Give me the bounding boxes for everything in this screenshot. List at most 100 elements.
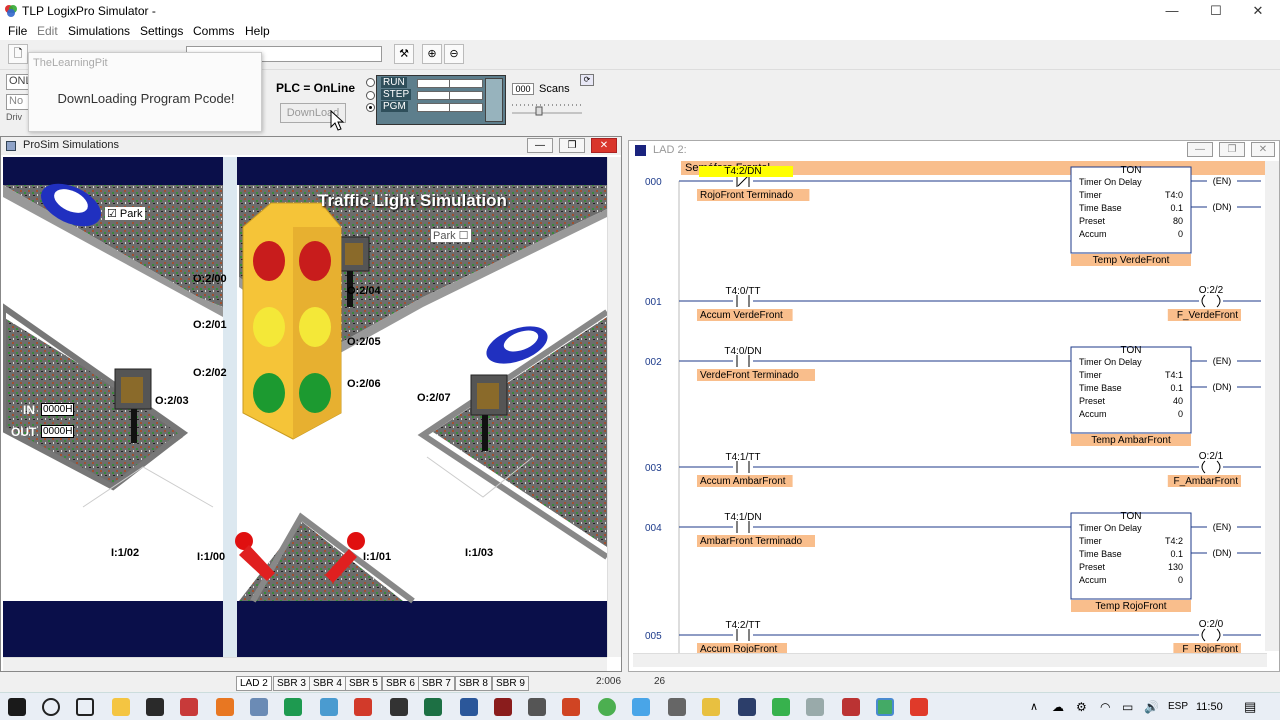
app-icon[interactable] <box>738 698 756 716</box>
powerpoint-icon[interactable] <box>562 698 580 716</box>
windows-start-icon[interactable] <box>8 698 26 716</box>
search-icon[interactable] <box>42 698 60 716</box>
minimize-button[interactable]: — <box>1150 0 1194 22</box>
tools-icon[interactable]: ⚒ <box>394 44 414 64</box>
tab-sbr-7[interactable]: SBR 7 <box>418 676 455 691</box>
excel-icon[interactable] <box>424 698 442 716</box>
sheet-tabs-bar: LAD 2 SBR 3 SBR 4 SBR 5 SBR 6 SBR 7 SBR … <box>0 674 1280 692</box>
zoom-in-icon[interactable]: ⊕ <box>422 44 442 64</box>
menu-simulations[interactable]: Simulations <box>68 24 130 38</box>
tab-sbr-8[interactable]: SBR 8 <box>455 676 492 691</box>
onedrive-icon[interactable] <box>632 698 650 716</box>
online-field: ONL <box>6 74 32 90</box>
ton-field-label: Accum <box>1079 575 1107 585</box>
title-bar: TLP LogixPro Simulator - — ☐ ✕ <box>0 0 1280 22</box>
app-icon[interactable] <box>702 698 720 716</box>
simulation-horizontal-scrollbar[interactable] <box>3 657 607 671</box>
ladder-icon <box>635 145 646 156</box>
tab-sbr-5[interactable]: SBR 5 <box>345 676 382 691</box>
ladder-horizontal-scrollbar[interactable] <box>633 653 1267 667</box>
menu-file[interactable]: File <box>8 24 27 38</box>
menu-comms[interactable]: Comms <box>193 24 234 38</box>
prosim-close-button[interactable]: ✕ <box>591 138 617 153</box>
park-checkbox[interactable]: ☑ Park <box>105 207 145 220</box>
run-radio[interactable] <box>366 78 375 87</box>
tab-lad-2[interactable]: LAD 2 <box>236 676 272 691</box>
step-radio[interactable] <box>366 91 375 100</box>
notifications-icon[interactable]: ▤ <box>1244 699 1256 715</box>
no-field: No <box>6 94 30 110</box>
file-explorer-icon[interactable] <box>112 698 130 716</box>
tab-sbr-9[interactable]: SBR 9 <box>492 676 529 691</box>
ladder-close-button[interactable]: ✕ <box>1251 142 1275 157</box>
simulation-vertical-scrollbar[interactable] <box>607 157 621 657</box>
scan-speed-slider[interactable] <box>512 102 582 116</box>
logixpro-taskbar-icon[interactable] <box>876 698 894 716</box>
app-icon[interactable] <box>842 698 860 716</box>
app-icon[interactable] <box>806 698 824 716</box>
volume-icon[interactable]: 🔊 <box>1144 700 1159 714</box>
prosim-restore-button[interactable]: ❐ <box>559 138 585 153</box>
pdf-icon[interactable] <box>354 698 372 716</box>
mail-icon[interactable] <box>146 698 164 716</box>
ton-title: TON <box>1121 345 1142 356</box>
chrome-icon[interactable] <box>598 698 616 716</box>
prosim-minimize-button[interactable]: — <box>527 138 553 153</box>
menu-settings[interactable]: Settings <box>140 24 183 38</box>
prosim-title: ProSim Simulations <box>23 139 119 151</box>
language-indicator[interactable]: ESP <box>1168 701 1188 712</box>
output-description: F_AmbarFront <box>1174 476 1239 487</box>
zoom-out-icon[interactable]: ⊖ <box>444 44 464 64</box>
ladder-restore-button[interactable]: ❐ <box>1219 142 1245 157</box>
ton-field-value: 0.1 <box>1170 549 1183 559</box>
mode-indicator <box>449 103 483 112</box>
ladder-editor[interactable]: Semáforo Frontal 000T4:2/DNRojoFront Ter… <box>633 161 1265 655</box>
contact-description: VerdeFront Terminado <box>700 370 799 381</box>
tag-o200: O:2/00 <box>193 273 227 285</box>
close-button[interactable]: ✕ <box>1236 0 1280 22</box>
clock[interactable]: 11:50 <box>1196 701 1223 713</box>
park-label: Park <box>119 208 143 220</box>
menu-help[interactable]: Help <box>245 24 270 38</box>
cloud-icon[interactable]: ☁ <box>1052 700 1064 714</box>
app-icon[interactable] <box>320 698 338 716</box>
park-checkbox-2[interactable]: Park ☐ <box>431 229 471 242</box>
app-icon[interactable] <box>772 698 790 716</box>
mode-indicator <box>449 91 483 100</box>
tray-icon[interactable]: ⚙ <box>1076 700 1087 714</box>
ladder-vertical-scrollbar[interactable] <box>1265 161 1279 651</box>
task-view-icon[interactable] <box>76 698 94 716</box>
tab-sbr-4[interactable]: SBR 4 <box>309 676 346 691</box>
panel-toggle-icon[interactable]: ⟳ <box>580 74 594 86</box>
prosim-window: ProSim Simulations — ❐ ✕ Traffic Light S… <box>0 136 622 672</box>
maximize-button[interactable]: ☐ <box>1194 0 1238 22</box>
app-icon[interactable] <box>494 698 512 716</box>
ton-field-value: 0 <box>1178 229 1183 239</box>
menu-edit[interactable]: Edit <box>37 24 58 38</box>
ton-field-label: Timer <box>1079 370 1102 380</box>
prosim-title-bar: ProSim Simulations — ❐ ✕ <box>1 137 621 155</box>
vlc-icon[interactable] <box>216 698 234 716</box>
pedestrian-button[interactable] <box>347 532 365 550</box>
status-address: 2:006 <box>596 676 622 687</box>
ladder-minimize-button[interactable]: — <box>1187 142 1213 157</box>
chevron-up-icon[interactable]: ∧ <box>1030 700 1038 713</box>
ton-field-value: T4:2 <box>1165 536 1183 546</box>
app-icon[interactable] <box>390 698 408 716</box>
pgm-radio[interactable] <box>366 103 375 112</box>
wifi-icon[interactable]: ◠ <box>1100 700 1110 714</box>
tab-sbr-3[interactable]: SBR 3 <box>273 676 310 691</box>
app-icon[interactable] <box>910 698 928 716</box>
app-icon[interactable] <box>250 698 268 716</box>
tag-o201: O:2/01 <box>193 319 227 331</box>
rung-number: 003 <box>645 463 662 474</box>
ton-title: TON <box>1121 511 1142 522</box>
app-icon[interactable] <box>180 698 198 716</box>
battery-icon[interactable]: ▭ <box>1122 700 1133 714</box>
camera-icon[interactable] <box>528 698 546 716</box>
tab-sbr-6[interactable]: SBR 6 <box>382 676 419 691</box>
app-icon[interactable] <box>284 698 302 716</box>
word-icon[interactable] <box>460 698 478 716</box>
new-file-icon[interactable]: 🗋 <box>8 44 28 64</box>
app-icon[interactable] <box>668 698 686 716</box>
